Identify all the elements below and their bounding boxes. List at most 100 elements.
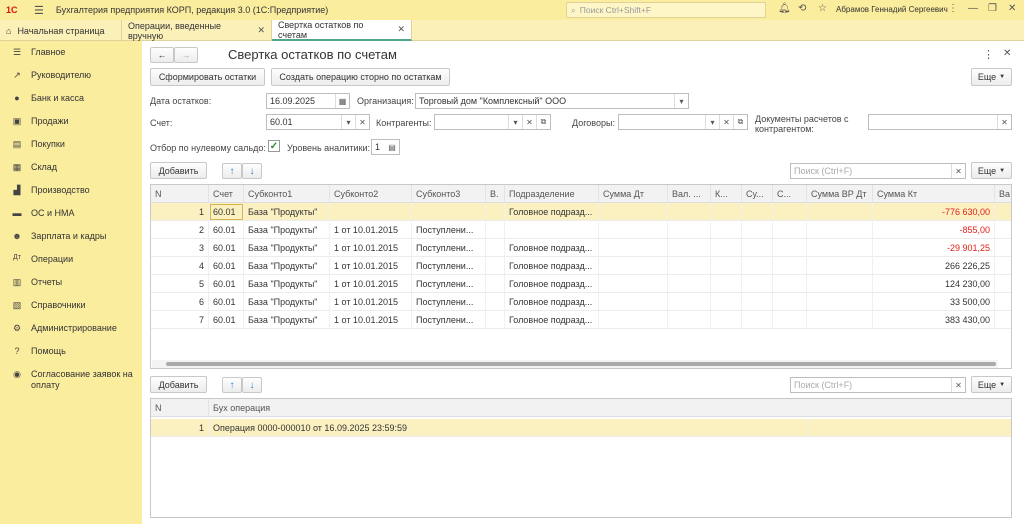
contracts-field[interactable]: ▾ ✕ ⧉	[618, 114, 748, 130]
close-form-icon[interactable]: ✕	[1003, 48, 1011, 59]
clear-icon[interactable]: ✕	[719, 115, 733, 129]
minimize-icon[interactable]: —	[968, 3, 978, 14]
sidebar-item-warehouse[interactable]: ▦ Склад	[0, 162, 142, 173]
create-storno-button[interactable]: Создать операцию сторно по остаткам	[271, 68, 450, 86]
scrollbar-thumb[interactable]	[166, 362, 996, 366]
col-account[interactable]: Счет	[209, 185, 244, 203]
move-up-button[interactable]: ↑	[222, 377, 242, 393]
clear-icon[interactable]: ✕	[355, 115, 369, 129]
table-row[interactable]: 1 60.01 База "Продукты" Головное подразд...…	[151, 203, 1011, 221]
counterparties-field[interactable]: ▾ ✕ ⧉	[434, 114, 551, 130]
menu-icon[interactable]: ☰	[34, 4, 44, 17]
col-subconto2[interactable]: Субконто2	[330, 185, 412, 203]
sidebar-item-production[interactable]: ▟ Производство	[0, 185, 142, 196]
table-row[interactable]: 4 60.01 База "Продукты" 1 от 10.01.2015 Пост…	[151, 257, 1011, 275]
close-tab-icon[interactable]: ✕	[397, 24, 405, 35]
more-vertical-icon[interactable]: ⋮	[983, 48, 994, 61]
calendar-icon[interactable]: ▦	[335, 94, 349, 108]
clear-icon[interactable]: ✕	[951, 378, 965, 392]
sidebar-item-manager[interactable]: ↗ Руководителю	[0, 70, 142, 81]
close-window-icon[interactable]: ✕	[1008, 3, 1016, 14]
col-department[interactable]: Подразделение	[505, 185, 599, 203]
move-down-button[interactable]: ↓	[242, 163, 262, 179]
move-up-button[interactable]: ↑	[222, 163, 242, 179]
col-v[interactable]: В.	[486, 185, 505, 203]
restore-icon[interactable]: ❐	[988, 3, 997, 14]
copy-icon[interactable]: ⧉	[733, 115, 747, 129]
dropdown-icon[interactable]: ▾	[674, 94, 688, 108]
sidebar-item-main[interactable]: ☰ Главное	[0, 47, 142, 58]
table-row[interactable]: 2 60.01 База "Продукты" 1 от 10.01.2015 Пост…	[151, 221, 1011, 239]
global-search-input[interactable]: ⌕ Поиск Ctrl+Shift+F	[566, 2, 766, 18]
back-button[interactable]: ←	[150, 47, 174, 63]
sidebar-item-reports[interactable]: ▥ Отчеты	[0, 277, 142, 288]
col-currency-dt[interactable]: Вал. ...	[668, 185, 711, 203]
date-field[interactable]: 16.09.2025 ▦	[266, 93, 350, 109]
sidebar-item-operations[interactable]: Дт Операции	[0, 254, 142, 264]
forward-button[interactable]: →	[174, 47, 198, 63]
copy-icon[interactable]: ⧉	[536, 115, 550, 129]
operations-table[interactable]: N Бух операция 1 Операция 0000-000010 от…	[150, 398, 1012, 518]
sidebar-item-sales[interactable]: ▣ Продажи	[0, 116, 142, 127]
col-n[interactable]: N	[151, 399, 209, 417]
tab-home[interactable]: ⌂ Начальная страница	[0, 20, 122, 41]
move-down-button[interactable]: ↓	[242, 377, 262, 393]
cell-account: 60.01	[209, 257, 244, 275]
table-row[interactable]: 1 Операция 0000-000010 от 16.09.2025 23:…	[151, 419, 1011, 437]
sidebar-item-approvals[interactable]: ◉ Согласование заявок на оплату	[0, 369, 142, 391]
operations-search-input[interactable]: Поиск (Ctrl+F) ✕	[790, 377, 966, 393]
account-field[interactable]: 60.01 ▾ ✕	[266, 114, 370, 130]
grid-search-input[interactable]: Поиск (Ctrl+F) ✕	[790, 163, 966, 179]
dropdown-icon[interactable]: ▾	[705, 115, 719, 129]
col-operation[interactable]: Бух операция	[209, 399, 1011, 417]
col-currency-kt[interactable]: Ва	[995, 185, 1011, 203]
grid-more-button[interactable]: Еще ▼	[971, 162, 1012, 179]
col-subconto1[interactable]: Субконто1	[244, 185, 330, 203]
sidebar-item-purchases[interactable]: ▤ Покупки	[0, 139, 142, 150]
table-row[interactable]: 6 60.01 База "Продукты" 1 от 10.01.2015 Пост…	[151, 293, 1011, 311]
close-tab-icon[interactable]: ✕	[257, 25, 265, 36]
sidebar-item-fixed-assets[interactable]: ▬ ОС и НМА	[0, 208, 142, 218]
cell-account: 60.01	[209, 203, 244, 221]
add-row-button[interactable]: Добавить	[150, 162, 207, 179]
col-n[interactable]: N	[151, 185, 209, 203]
table-row[interactable]: 5 60.01 База "Продукты" 1 от 10.01.2015 Пост…	[151, 275, 1011, 293]
star-icon[interactable]: ☆	[818, 3, 827, 14]
form-balances-button[interactable]: Сформировать остатки	[150, 68, 265, 86]
col-sum-vr-dt[interactable]: Сумма ВР Дт	[807, 185, 873, 203]
col-subconto3[interactable]: Субконто3	[412, 185, 486, 203]
dropdown-icon[interactable]: ▾	[341, 115, 355, 129]
operations-more-button[interactable]: Еще ▼	[971, 376, 1012, 393]
sidebar-item-references[interactable]: ▧ Справочники	[0, 300, 142, 311]
sidebar-item-payroll[interactable]: ☻ Зарплата и кадры	[0, 231, 142, 241]
more-vertical-icon[interactable]: ⋮	[948, 3, 958, 14]
organization-field[interactable]: Торговый дом "Комплексный" ООО ▾	[415, 93, 689, 109]
table-row[interactable]: 7 60.01 База "Продукты" 1 от 10.01.2015 Пост…	[151, 311, 1011, 329]
bell-icon[interactable]: 🔔︎	[778, 3, 791, 14]
settlement-docs-field[interactable]: ✕	[868, 114, 1012, 130]
stepper-icon[interactable]: ▤	[385, 140, 399, 154]
clear-icon[interactable]: ✕	[522, 115, 536, 129]
add-operation-button[interactable]: Добавить	[150, 376, 207, 393]
table-row[interactable]: 3 60.01 База "Продукты" 1 от 10.01.2015 Пост…	[151, 239, 1011, 257]
col-k[interactable]: К...	[711, 185, 742, 203]
balances-table[interactable]: N Счет Субконто1 Субконто2 Субконто3 В. …	[150, 184, 1012, 369]
clear-icon[interactable]: ✕	[997, 115, 1011, 129]
col-s[interactable]: С...	[773, 185, 807, 203]
tab-balance-rollup[interactable]: Свертка остатков по счетам ✕	[272, 20, 412, 41]
clear-icon[interactable]: ✕	[951, 164, 965, 178]
analytics-level-field[interactable]: 1 ▤	[371, 139, 400, 155]
user-name[interactable]: Абрамов Геннадий Сергеевич	[836, 5, 948, 14]
col-sum-kt[interactable]: Сумма Кт	[873, 185, 995, 203]
dropdown-icon[interactable]: ▾	[508, 115, 522, 129]
col-sum-dt[interactable]: Сумма Дт	[599, 185, 668, 203]
col-su[interactable]: Су...	[742, 185, 773, 203]
sidebar-item-help[interactable]: ? Помощь	[0, 346, 142, 356]
sidebar-item-admin[interactable]: ⚙ Администрирование	[0, 323, 142, 334]
zero-balance-checkbox[interactable]: ✓	[268, 140, 280, 152]
sidebar-item-bank[interactable]: ● Банк и касса	[0, 93, 142, 103]
horizontal-scrollbar[interactable]	[152, 360, 998, 368]
tab-manual-operations[interactable]: Операции, введенные вручную ✕	[122, 20, 272, 41]
more-button[interactable]: Еще ▼	[971, 68, 1012, 86]
history-icon[interactable]: ⟲	[798, 3, 806, 14]
